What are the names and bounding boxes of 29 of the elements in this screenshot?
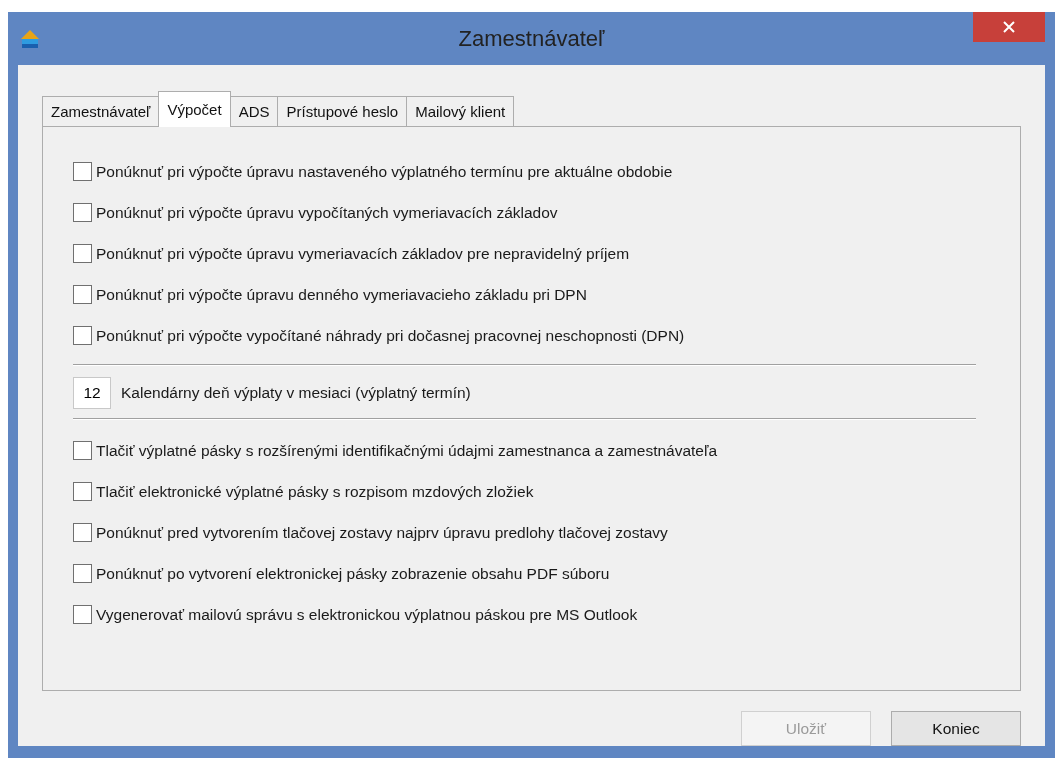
option-label: Ponúknuť pri výpočte vypočítané náhrady pri dočasnej pracovnej neschopnosti (DPN) (96, 326, 685, 345)
window-title: Zamestnávateľ (457, 25, 606, 52)
close-button[interactable] (973, 12, 1045, 42)
checkbox[interactable] (73, 441, 92, 460)
tab[interactable]: Mailový klient (406, 96, 515, 127)
checkbox[interactable] (73, 326, 92, 345)
option-label: Ponúknuť po vytvorení elektronickej pásky zobrazenie obsahu PDF súboru (96, 564, 610, 583)
option-label: Ponúknuť pred vytvorením tlačovej zostavy najprv úpravu predlohy tlačovej zostavy (96, 523, 668, 542)
checkbox[interactable] (73, 244, 92, 263)
checkbox[interactable] (73, 285, 92, 304)
day-field[interactable]: 12 (73, 377, 111, 409)
option-label: Vygenerovať mailovú správu s elektronickou výplatnou páskou pre MS Outlook (96, 605, 638, 624)
close-icon (1003, 21, 1015, 33)
option-label: Ponúknuť pri výpočte úpravu denného vymeriavacieho základu pri DPN (96, 285, 587, 304)
day-label: Kalendárny deň výplaty v mesiaci (výplatný termín) (121, 384, 471, 402)
option-label: Tlačiť elektronické výplatné pásky s rozpisom mzdových zložiek (96, 482, 534, 501)
tab[interactable]: Výpočet (158, 91, 231, 127)
option-label: Ponúknuť pri výpočte úpravu vypočítaných vymeriavacích základov (96, 203, 558, 222)
close-dialog-button[interactable]: Koniec (891, 711, 1021, 746)
checkbox[interactable] (73, 482, 92, 501)
tab[interactable]: Zamestnávateľ (42, 96, 160, 127)
option-label: Ponúknuť pri výpočte úpravu nastaveného výplatného termínu pre aktuálne obdobie (96, 162, 673, 181)
checkbox[interactable] (73, 162, 92, 181)
checkbox[interactable] (73, 564, 92, 583)
option-label: Tlačiť výplatné pásky s rozšírenými identifikačnými údajmi zamestnanca a zamestnávateľa (96, 441, 718, 460)
checkbox[interactable] (73, 605, 92, 624)
checkbox[interactable] (73, 523, 92, 542)
option-label: Ponúknuť pri výpočte úpravu vymeriavacích základov pre nepravidelný príjem (96, 244, 630, 263)
checkbox[interactable] (73, 203, 92, 222)
